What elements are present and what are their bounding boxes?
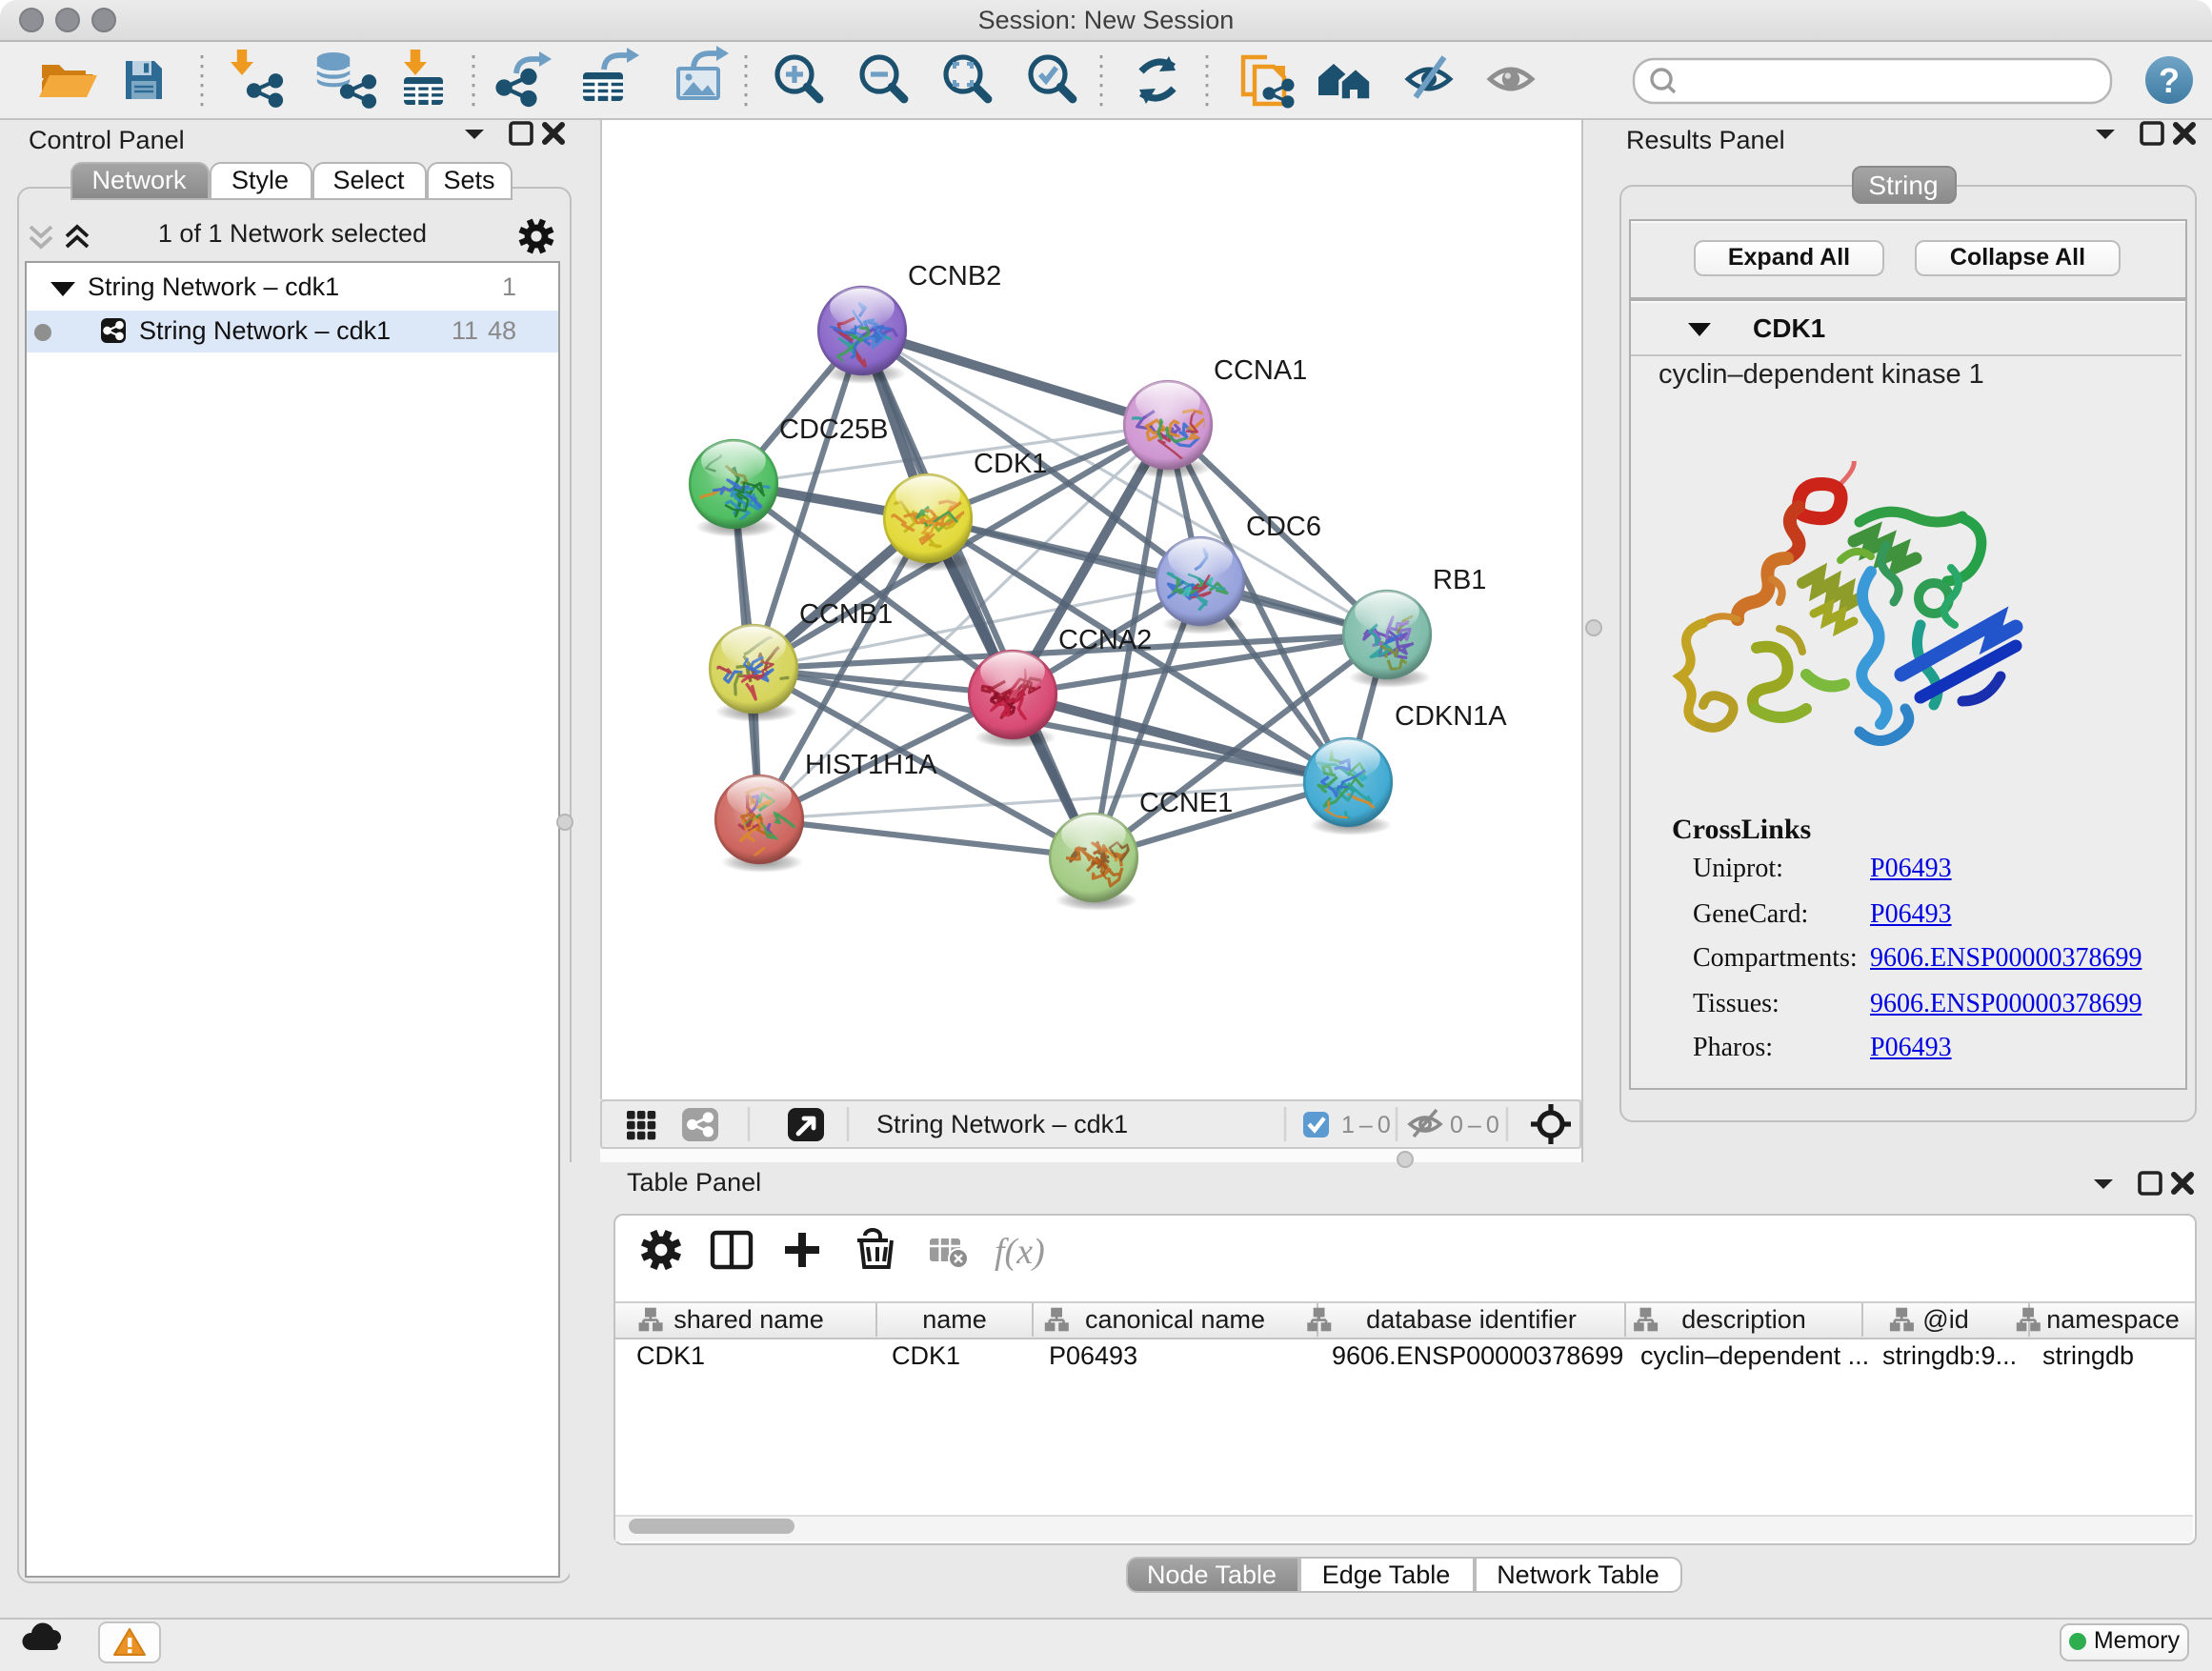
svg-text:HIST1H1A: HIST1H1A (805, 750, 937, 780)
svg-text:CDKN1A: CDKN1A (1395, 701, 1507, 732)
svg-text:CCNA1: CCNA1 (1214, 355, 1307, 386)
svg-text:database identifier: database identifier (1365, 1305, 1576, 1334)
svg-text:canonical name: canonical name (1084, 1305, 1264, 1334)
svg-text:CDC25B: CDC25B (779, 414, 888, 445)
svg-text:CCNB1: CCNB1 (799, 599, 893, 630)
svg-text:f(x): f(x) (994, 1232, 1044, 1272)
svg-text:?: ? (2159, 61, 2180, 100)
svg-text:description: description (1680, 1305, 1805, 1334)
svg-text:namespace: namespace (2045, 1305, 2179, 1334)
svg-text:CDK1: CDK1 (974, 449, 1047, 479)
svg-text:CDC6: CDC6 (1246, 512, 1321, 542)
svg-text:0 – 0: 0 – 0 (1450, 1111, 1499, 1137)
svg-text:String Network – cdk1: String Network – cdk1 (876, 1109, 1128, 1137)
svg-text:CCNE1: CCNE1 (1139, 788, 1233, 818)
svg-text:1 – 0: 1 – 0 (1341, 1111, 1391, 1137)
svg-text:@id: @id (1921, 1305, 1967, 1334)
svg-text:CCNB2: CCNB2 (908, 261, 1001, 292)
svg-text:CCNA2: CCNA2 (1058, 625, 1152, 655)
svg-text:name: name (921, 1305, 986, 1334)
svg-text:shared name: shared name (673, 1305, 823, 1334)
svg-text:RB1: RB1 (1433, 565, 1486, 595)
